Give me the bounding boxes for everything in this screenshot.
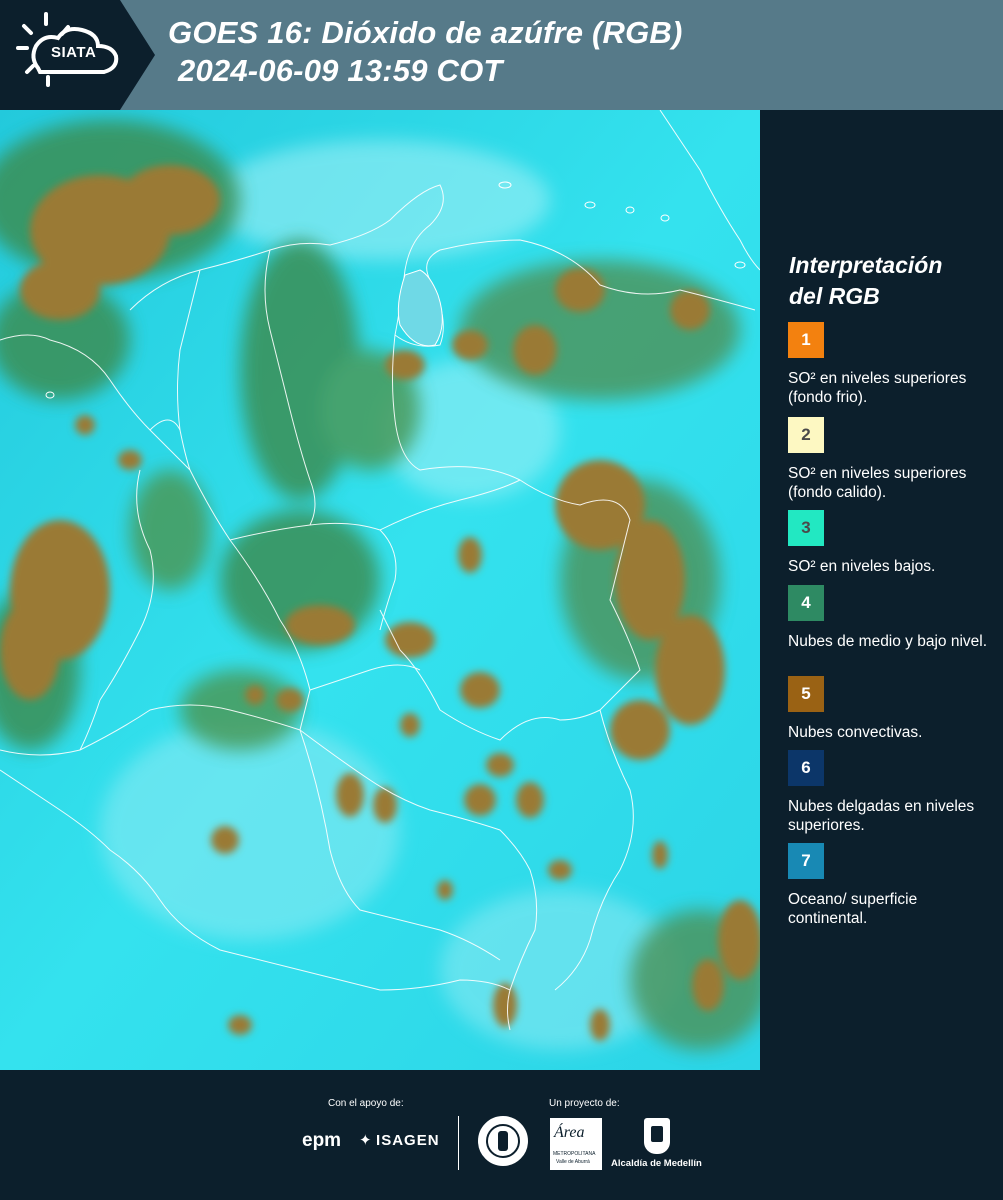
legend-swatch-3: 3 [788,510,824,546]
legend-label-6: Nubes delgadas en niveles superiores. [788,798,975,834]
page-title: GOES 16: Dióxido de azúfre (RGB) 2024-06… [168,14,683,90]
legend-item-6: 6 Nubes delgadas en niveles superiores. [788,750,993,835]
legend-item-3: 3 SO² en niveles bajos. [788,510,993,576]
satellite-map[interactable] [0,110,760,1070]
legend-swatch-2: 2 [788,417,824,453]
legend-label-2: SO² en niveles superiores (fondo calido)… [788,465,967,501]
medellin-seal-icon [478,1116,528,1166]
legend-item-4: 4 Nubes de medio y bajo nivel. [788,585,993,651]
legend-swatch-4: 4 [788,585,824,621]
legend-item-7: 7 Oceano/ superficie continental. [788,843,993,928]
isagen-icon: ✦ [359,1132,372,1149]
title-line-1: GOES 16: Dióxido de azúfre (RGB) [168,15,683,50]
siata-logo[interactable]: SIATA [0,0,155,110]
footer-bar: Con el apoyo de: Un proyecto de: epm ✦ I… [0,1070,1003,1200]
legend-title: Interpretación del RGB [789,250,942,312]
legend-swatch-6: 6 [788,750,824,786]
area-script-label: Área [554,1124,585,1141]
logo-text: SIATA [51,44,97,61]
legend-label-7: Oceano/ superficie continental. [788,891,918,927]
legend-item-5: 5 Nubes convectivas. [788,676,993,742]
footer-divider [458,1116,459,1170]
legend-title-line-1: Interpretación [789,252,943,278]
support-label: Con el apoyo de: [328,1098,404,1109]
alcaldia-shield-icon [644,1118,670,1154]
header-bar: SIATA GOES 16: Dióxido de azúfre (RGB) 2… [0,0,1003,110]
isagen-logo: ✦ ISAGEN [359,1131,440,1150]
epm-logo: epm [302,1130,342,1151]
legend-title-line-2: del RGB [789,283,880,309]
legend-label-1: SO² en niveles superiores (fondo frio). [788,370,967,406]
legend-swatch-1: 1 [788,322,824,358]
legend-item-1: 1 SO² en niveles superiores (fondo frio)… [788,322,993,407]
title-timestamp: 2024-06-09 13:59 COT [178,53,503,88]
area-valle-label: Valle de Aburrá [556,1159,590,1165]
legend-label-5: Nubes convectivas. [788,724,923,741]
legend-label-3: SO² en niveles bajos. [788,558,936,575]
area-metro-label: METROPOLITANA [553,1151,596,1157]
project-label: Un proyecto de: [549,1098,620,1109]
satellite-image [0,110,760,1070]
legend-label-4: Nubes de medio y bajo nivel. [788,633,988,650]
legend-panel: Interpretación del RGB 1 SO² en niveles … [760,110,1003,1070]
area-metropolitana-logo: Área METROPOLITANA Valle de Aburrá [550,1118,602,1170]
legend-swatch-7: 7 [788,843,824,879]
legend-item-2: 2 SO² en niveles superiores (fondo calid… [788,417,993,502]
isagen-label: ISAGEN [376,1132,440,1149]
legend-swatch-5: 5 [788,676,824,712]
alcaldia-label: Alcaldía de Medellín [611,1158,702,1169]
